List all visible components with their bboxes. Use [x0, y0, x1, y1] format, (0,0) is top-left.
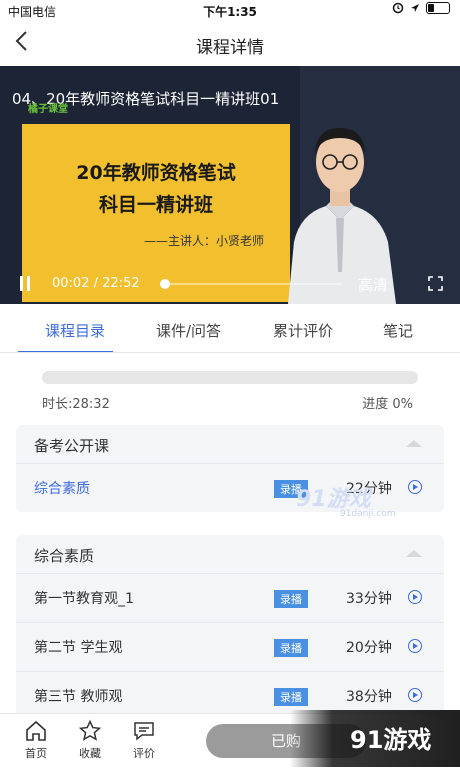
video-time: 00:02 / 22:52: [52, 276, 140, 291]
video-player[interactable]: 04、20年教师资格笔试科目一精讲班01 橘子课堂 20年教师资格笔试 科目一精…: [0, 66, 460, 304]
tab-course-catalog[interactable]: 课程目录: [45, 320, 105, 341]
study-progress-bar: [42, 371, 418, 384]
course-duration: 时长:28:32: [42, 397, 110, 412]
status-icons: [392, 2, 450, 14]
nav-review-label: 评价: [133, 747, 155, 760]
recorded-badge: 录播: [274, 590, 308, 608]
slide-title-line2: 科目一精讲班: [98, 194, 213, 216]
watermark-text: 91游戏: [350, 726, 432, 754]
tab-courseware-qa[interactable]: 课件/问答: [156, 320, 221, 341]
nav-favorite-label: 收藏: [79, 747, 101, 760]
battery-icon: [426, 2, 450, 14]
lesson-row[interactable]: 第一节教育观_1 录播 33分钟: [16, 574, 444, 623]
lesson-title: 第一节教育观_1: [34, 591, 134, 607]
comment-icon: [134, 722, 154, 741]
chapter-section: 备考公开课 综合素质 录播 22分钟: [16, 425, 444, 512]
lesson-row[interactable]: 第二节 学生观 录播 20分钟: [16, 623, 444, 672]
slide-speaker: ——主讲人：小贤老师: [143, 234, 264, 248]
video-controls: 00:02 / 22:52 高清: [0, 264, 460, 304]
lesson-title: 第二节 学生观: [34, 640, 123, 656]
seek-handle[interactable]: [159, 279, 170, 289]
collapse-icon[interactable]: [406, 550, 422, 557]
lesson-title: 综合素质: [34, 481, 90, 497]
current-time: 00:02: [52, 276, 90, 291]
collapse-icon[interactable]: [406, 440, 422, 447]
chapter-title: 综合素质: [34, 547, 95, 565]
play-icon[interactable]: [408, 480, 422, 494]
pause-icon[interactable]: [20, 276, 34, 295]
nav-home[interactable]: 首页: [14, 719, 58, 761]
lesson-duration: 38分钟: [346, 689, 392, 705]
total-time: 22:52: [102, 276, 140, 291]
watermark-url: 91danji.com: [340, 509, 396, 519]
page-title: 课程详情: [196, 38, 264, 58]
watermark-badge: 91游戏: [290, 710, 460, 767]
slide-title-line1: 20年教师资格笔试: [76, 162, 236, 184]
lesson-duration: 33分钟: [346, 591, 392, 607]
nav-bar: 课程详情: [0, 22, 460, 66]
active-tab-indicator: [18, 351, 113, 352]
chapter-section: 综合素质 第一节教育观_1 录播 33分钟 第二节 学生观 录播 20分钟 第三…: [16, 535, 444, 720]
chapter-header[interactable]: 综合素质: [16, 535, 444, 574]
tab-reviews[interactable]: 累计评价: [273, 320, 333, 341]
quality-button[interactable]: 高清: [358, 274, 388, 295]
fullscreen-icon[interactable]: [428, 276, 443, 291]
alarm-icon: [392, 2, 404, 14]
play-icon[interactable]: [408, 590, 422, 604]
lesson-title: 第三节 教师观: [34, 689, 123, 705]
nav-favorite[interactable]: 收藏: [68, 719, 112, 761]
nav-review[interactable]: 评价: [122, 719, 166, 761]
time-separator: /: [93, 276, 98, 291]
tab-bar: 课程目录 课件/问答 累计评价 笔记: [0, 304, 460, 353]
home-icon: [26, 720, 46, 741]
tab-notes[interactable]: 笔记: [383, 320, 413, 341]
status-time: 下午1:35: [203, 5, 257, 19]
nav-home-label: 首页: [25, 747, 47, 760]
play-icon[interactable]: [408, 688, 422, 702]
location-icon: [411, 4, 419, 12]
logo: 橘子课堂: [28, 104, 68, 115]
chapter-header[interactable]: 备考公开课: [16, 425, 444, 464]
lesson-row[interactable]: 综合素质 录播 22分钟: [16, 464, 444, 512]
status-bar: 中国电信 下午1:35: [0, 0, 460, 22]
recorded-badge: 录播: [274, 688, 308, 706]
chapter-title: 备考公开课: [34, 437, 110, 455]
lesson-duration: 20分钟: [346, 640, 392, 656]
seek-bar[interactable]: [159, 279, 342, 289]
progress-percent: 进度 0%: [362, 397, 413, 412]
play-icon[interactable]: [408, 639, 422, 653]
star-icon: [78, 719, 102, 741]
recorded-badge: 录播: [274, 639, 308, 657]
